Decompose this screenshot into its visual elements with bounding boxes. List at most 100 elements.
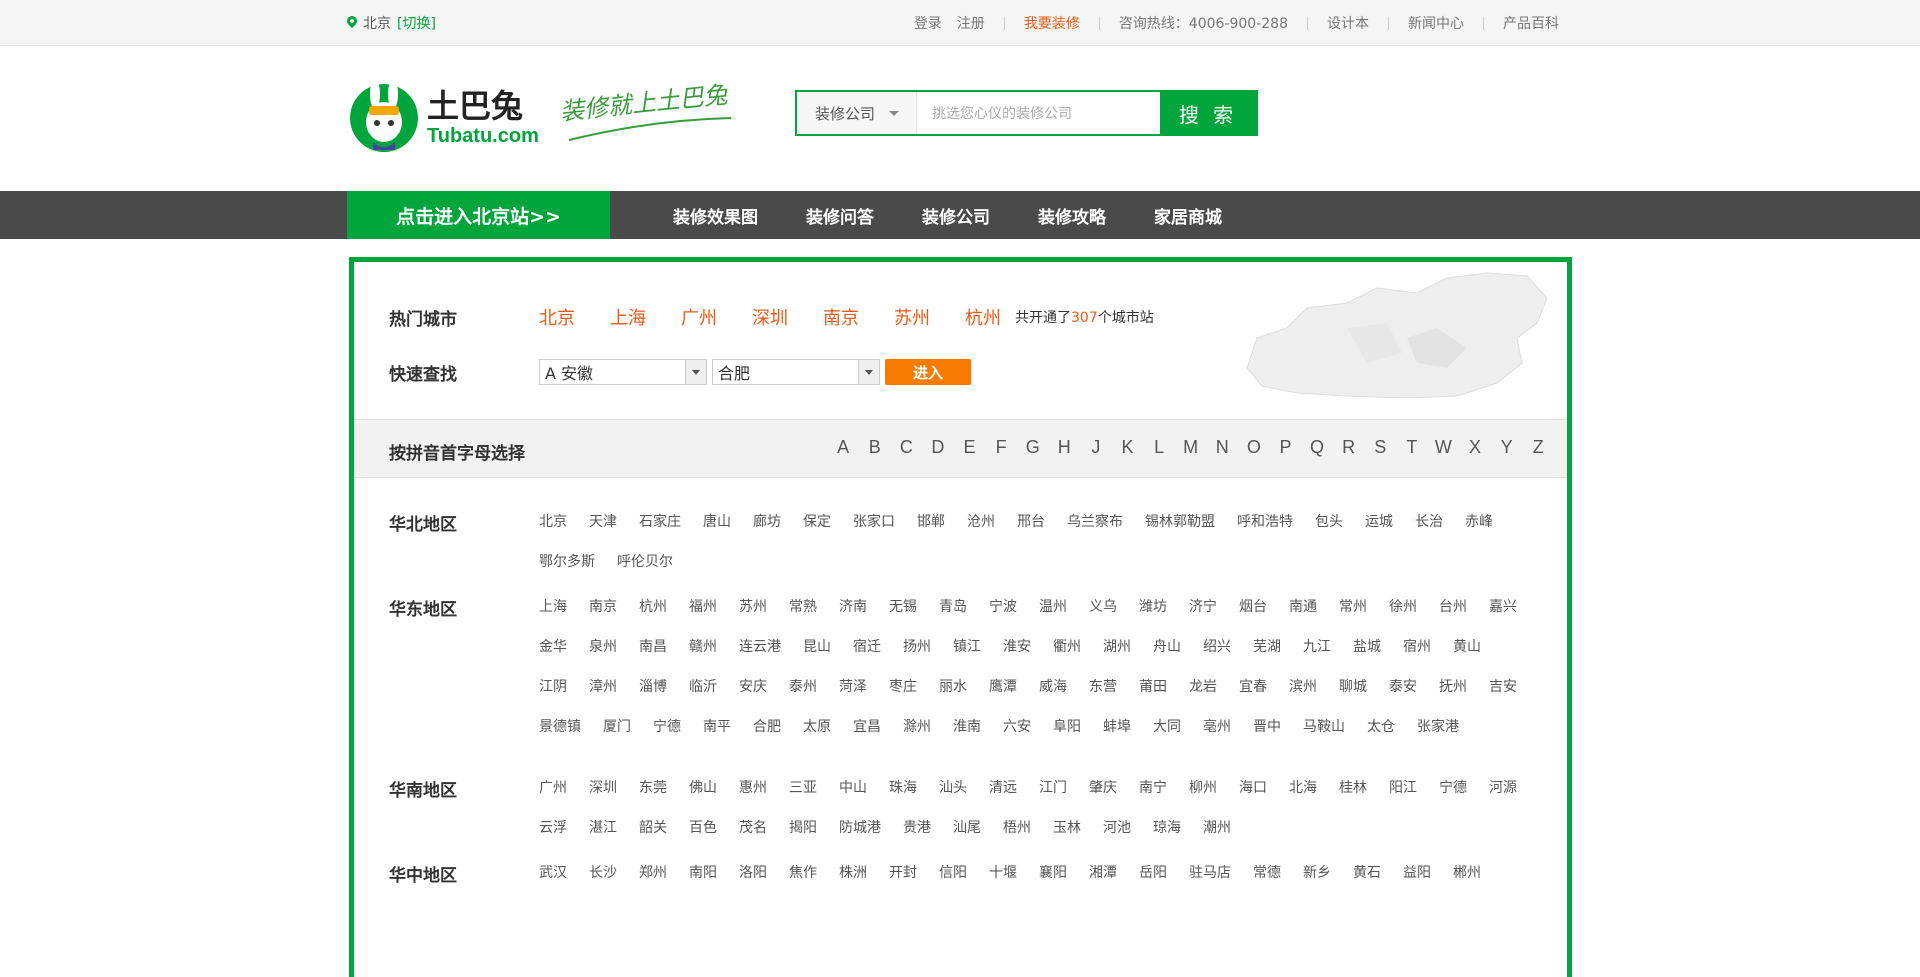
city-link[interactable]: 莆田 [1139, 667, 1167, 707]
switch-city-link[interactable]: [切换] [397, 13, 436, 33]
city-select[interactable]: 合肥 [712, 359, 880, 385]
city-link[interactable]: 宜春 [1239, 667, 1267, 707]
city-link[interactable]: 淄博 [639, 667, 667, 707]
city-link[interactable]: 宿迁 [853, 627, 881, 667]
city-link[interactable]: 常熟 [789, 587, 817, 627]
city-link[interactable]: 石家庄 [639, 502, 681, 542]
city-link[interactable]: 呼伦贝尔 [617, 542, 673, 582]
city-link[interactable]: 扬州 [903, 627, 931, 667]
city-link[interactable]: 呼和浩特 [1237, 502, 1293, 542]
city-link[interactable]: 苏州 [739, 587, 767, 627]
city-link[interactable]: 无锡 [889, 587, 917, 627]
city-link[interactable]: 六安 [1003, 707, 1031, 747]
search-input[interactable] [917, 92, 1160, 134]
city-link[interactable]: 信阳 [939, 853, 967, 893]
hot-city[interactable]: 广州 [681, 304, 731, 330]
city-link[interactable]: 菏泽 [839, 667, 867, 707]
hot-city[interactable]: 南京 [823, 304, 873, 330]
city-link[interactable]: 九江 [1303, 627, 1331, 667]
city-link[interactable]: 东营 [1089, 667, 1117, 707]
city-link[interactable]: 太仓 [1367, 707, 1395, 747]
city-link[interactable]: 株洲 [839, 853, 867, 893]
hot-city[interactable]: 北京 [539, 304, 589, 330]
letter-link[interactable]: R [1333, 437, 1365, 458]
city-link[interactable]: 温州 [1039, 587, 1067, 627]
letter-link[interactable]: E [954, 437, 986, 458]
city-link[interactable]: 云浮 [539, 808, 567, 848]
hot-city[interactable]: 上海 [610, 304, 660, 330]
enter-city-button[interactable]: 点击进入北京站>> [347, 191, 610, 239]
city-link[interactable]: 晋中 [1253, 707, 1281, 747]
city-link[interactable]: 南通 [1289, 587, 1317, 627]
city-link[interactable]: 宁德 [653, 707, 681, 747]
city-link[interactable]: 滨州 [1289, 667, 1317, 707]
nav-item-effects[interactable]: 装修效果图 [673, 203, 758, 228]
letter-link[interactable]: Q [1301, 437, 1333, 458]
city-link[interactable]: 湖州 [1103, 627, 1131, 667]
city-link[interactable]: 嘉兴 [1489, 587, 1517, 627]
hot-city[interactable]: 深圳 [752, 304, 802, 330]
province-select[interactable]: A 安徽 [539, 359, 707, 385]
search-type-select[interactable]: 装修公司 [797, 92, 917, 134]
city-link[interactable]: 马鞍山 [1303, 707, 1345, 747]
city-link[interactable]: 江阴 [539, 667, 567, 707]
city-link[interactable]: 青岛 [939, 587, 967, 627]
letter-link[interactable]: Y [1491, 437, 1523, 458]
city-link[interactable]: 百色 [689, 808, 717, 848]
letter-link[interactable]: D [922, 437, 954, 458]
city-link[interactable]: 韶关 [639, 808, 667, 848]
city-link[interactable]: 济南 [839, 587, 867, 627]
city-link[interactable]: 防城港 [839, 808, 881, 848]
city-link[interactable]: 上海 [539, 587, 567, 627]
letter-link[interactable]: P [1270, 437, 1302, 458]
city-link[interactable]: 唐山 [703, 502, 731, 542]
city-link[interactable]: 丽水 [939, 667, 967, 707]
city-link[interactable]: 义乌 [1089, 587, 1117, 627]
city-link[interactable]: 昆山 [803, 627, 831, 667]
letter-link[interactable]: X [1459, 437, 1491, 458]
city-link[interactable]: 肇庆 [1089, 768, 1117, 808]
letter-link[interactable]: G [1017, 437, 1049, 458]
city-link[interactable]: 黄山 [1453, 627, 1481, 667]
city-link[interactable]: 赣州 [689, 627, 717, 667]
letter-link[interactable]: B [859, 437, 891, 458]
products-link[interactable]: 产品百科 [1503, 13, 1559, 33]
city-link[interactable]: 吉安 [1489, 667, 1517, 707]
city-link[interactable]: 金华 [539, 627, 567, 667]
city-link[interactable]: 舟山 [1153, 627, 1181, 667]
letter-link[interactable]: T [1396, 437, 1428, 458]
city-link[interactable]: 广州 [539, 768, 567, 808]
want-decorate-link[interactable]: 我要装修 [1024, 13, 1080, 33]
city-link[interactable]: 南阳 [689, 853, 717, 893]
city-link[interactable]: 沧州 [967, 502, 995, 542]
city-link[interactable]: 河源 [1489, 768, 1517, 808]
city-link[interactable]: 宿州 [1403, 627, 1431, 667]
city-link[interactable]: 深圳 [589, 768, 617, 808]
city-link[interactable]: 大同 [1153, 707, 1181, 747]
city-link[interactable]: 景德镇 [539, 707, 581, 747]
city-link[interactable]: 潍坊 [1139, 587, 1167, 627]
city-link[interactable]: 北海 [1289, 768, 1317, 808]
letter-link[interactable]: S [1364, 437, 1396, 458]
city-link[interactable]: 北京 [539, 502, 567, 542]
letter-link[interactable]: O [1238, 437, 1270, 458]
city-link[interactable]: 玉林 [1053, 808, 1081, 848]
city-link[interactable]: 十堰 [989, 853, 1017, 893]
city-link[interactable]: 鄂尔多斯 [539, 542, 595, 582]
city-link[interactable]: 淮南 [953, 707, 981, 747]
city-link[interactable]: 漳州 [589, 667, 617, 707]
city-link[interactable]: 乌兰察布 [1067, 502, 1123, 542]
city-link[interactable]: 驻马店 [1189, 853, 1231, 893]
city-link[interactable]: 芜湖 [1253, 627, 1281, 667]
register-link[interactable]: 注册 [957, 13, 985, 33]
city-link[interactable]: 南京 [589, 587, 617, 627]
city-link[interactable]: 赤峰 [1465, 502, 1493, 542]
city-link[interactable]: 临沂 [689, 667, 717, 707]
city-link[interactable]: 开封 [889, 853, 917, 893]
city-link[interactable]: 厦门 [603, 707, 631, 747]
letter-link[interactable]: M [1175, 437, 1207, 458]
city-link[interactable]: 东莞 [639, 768, 667, 808]
enter-button[interactable]: 进入 [885, 359, 971, 385]
city-link[interactable]: 蚌埠 [1103, 707, 1131, 747]
city-link[interactable]: 泰安 [1389, 667, 1417, 707]
